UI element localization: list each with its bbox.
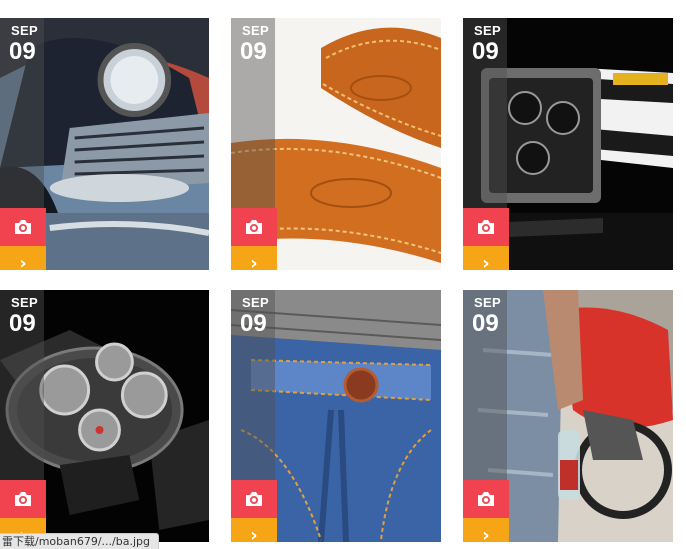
- camera-icon: [478, 220, 494, 234]
- date-overlay: SEP 09: [463, 290, 507, 480]
- chevron-right-icon: ›: [19, 252, 27, 271]
- read-more-button[interactable]: ›: [231, 518, 277, 542]
- post-day: 09: [472, 310, 499, 337]
- camera-icon: [478, 492, 494, 506]
- gallery-item-belt[interactable]: SEP 09 ›: [231, 18, 441, 270]
- post-day: 09: [9, 310, 36, 337]
- camera-icon: [246, 492, 262, 506]
- gallery-button[interactable]: [463, 480, 509, 518]
- date-overlay: SEP 09: [463, 18, 507, 208]
- chevron-right-icon: ›: [482, 252, 490, 271]
- post-month: SEP: [242, 23, 269, 38]
- status-url: 雷下载/moban679/.../ba.jpg: [2, 535, 150, 548]
- date-overlay: SEP 09: [231, 18, 275, 208]
- post-day: 09: [240, 310, 267, 337]
- gallery-button[interactable]: [0, 480, 46, 518]
- post-day: 09: [240, 38, 267, 65]
- gallery-button[interactable]: [463, 208, 509, 246]
- chevron-right-icon: ›: [482, 524, 490, 543]
- date-overlay: SEP 09: [231, 290, 275, 480]
- date-overlay: SEP 09: [0, 290, 44, 480]
- post-month: SEP: [11, 295, 38, 310]
- camera-icon: [246, 220, 262, 234]
- gallery-item-round-watch[interactable]: SEP 09 ›: [0, 290, 209, 542]
- read-more-button[interactable]: ›: [0, 246, 46, 270]
- post-month: SEP: [474, 295, 501, 310]
- post-month: SEP: [11, 23, 38, 38]
- camera-icon: [15, 492, 31, 506]
- read-more-button[interactable]: ›: [463, 246, 509, 270]
- gallery-item-square-watch[interactable]: SEP 09 ›: [463, 18, 673, 270]
- post-day: 09: [472, 38, 499, 65]
- post-day: 09: [9, 38, 36, 65]
- chevron-right-icon: ›: [250, 524, 258, 543]
- read-more-button[interactable]: ›: [231, 246, 277, 270]
- post-month: SEP: [242, 295, 269, 310]
- date-overlay: SEP 09: [0, 18, 44, 208]
- chevron-right-icon: ›: [250, 252, 258, 271]
- gallery-item-motorcycle[interactable]: SEP 09 ›: [463, 290, 673, 542]
- gallery-button[interactable]: [231, 208, 277, 246]
- read-more-button[interactable]: ›: [463, 518, 509, 542]
- browser-status-bar: 雷下载/moban679/.../ba.jpg: [0, 533, 159, 549]
- gallery-button[interactable]: [0, 208, 46, 246]
- gallery-item-jeans[interactable]: SEP 09 ›: [231, 290, 441, 542]
- gallery-item-car[interactable]: SEP 09 ›: [0, 18, 209, 270]
- camera-icon: [15, 220, 31, 234]
- post-month: SEP: [474, 23, 501, 38]
- gallery-button[interactable]: [231, 480, 277, 518]
